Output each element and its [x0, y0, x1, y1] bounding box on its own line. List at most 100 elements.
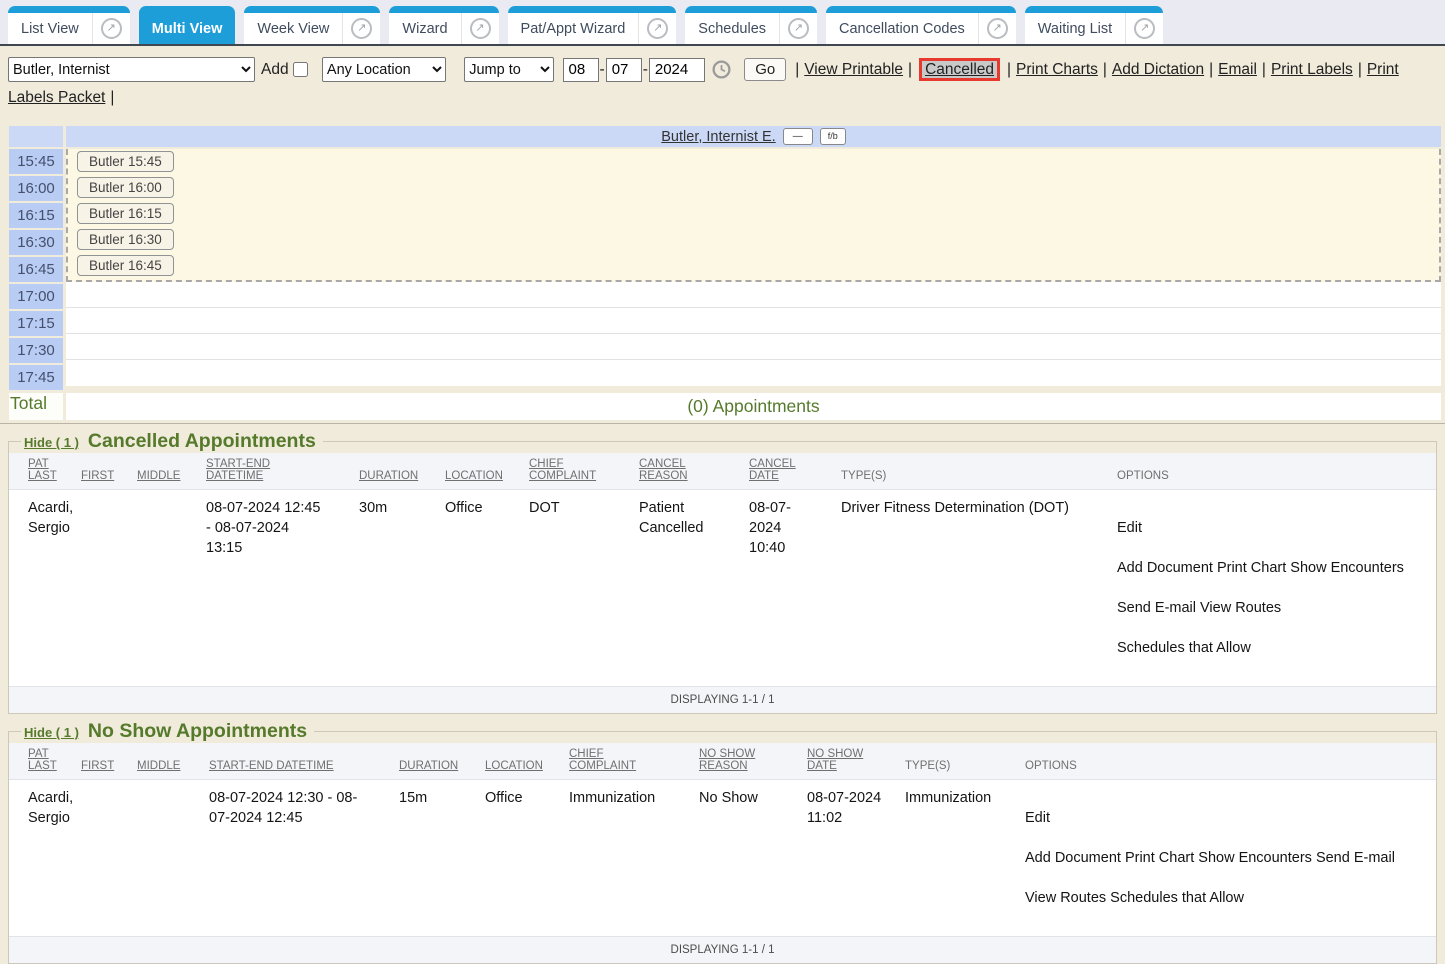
tab-list-view[interactable]: List View ↗	[8, 6, 130, 44]
sort-no-show-reason[interactable]: NO SHOW REASON	[699, 748, 755, 772]
sort-pat-last[interactable]: PAT LAST	[28, 458, 57, 482]
link-view-printable[interactable]: View Printable	[804, 61, 903, 78]
clock-icon[interactable]	[711, 59, 732, 80]
open-in-new-icon[interactable]: ↗	[779, 13, 817, 44]
sort-middle[interactable]: MIDDLE	[137, 470, 180, 482]
sort-start-end[interactable]: START-END DATETIME	[206, 458, 270, 482]
tab-week-view[interactable]: Week View ↗	[244, 6, 380, 44]
col-no-show-date: NO SHOW DATE	[803, 743, 901, 780]
date-year-input[interactable]	[649, 58, 705, 82]
col-middle: MIDDLE	[133, 743, 205, 780]
hide-no-show-link[interactable]: Hide ( 1 )	[24, 725, 79, 740]
open-in-new-icon[interactable]: ↗	[461, 13, 499, 44]
tab-cancellation-codes[interactable]: Cancellation Codes ↗	[826, 6, 1016, 44]
appointment-option-links[interactable]: View Routes Schedules that Allow	[1025, 888, 1432, 908]
sort-cancel-reason[interactable]: CANCEL REASON	[639, 458, 688, 482]
link-cancelled-highlighted[interactable]: Cancelled	[919, 58, 1000, 81]
slot-button[interactable]: Butler 16:30	[77, 229, 174, 250]
total-row: Total (0) Appointments	[9, 393, 1441, 420]
provider-select[interactable]: Butler, Internist	[8, 57, 255, 82]
sort-cancel-date[interactable]: CANCEL DATE	[749, 458, 796, 482]
tab-label: Schedules	[685, 13, 779, 44]
add-label: Add	[261, 61, 289, 78]
appointment-option-links[interactable]: Add Document Print Chart Show Encounters	[1117, 558, 1432, 578]
date-day-input[interactable]	[606, 58, 642, 82]
closed-time-row[interactable]	[66, 282, 1441, 308]
appointment-option-links[interactable]: Schedules that Allow	[1117, 638, 1432, 658]
link-separator: |	[795, 61, 799, 78]
link-print-charts[interactable]: Print Charts	[1016, 61, 1098, 78]
link-print-labels[interactable]: Print Labels	[1271, 61, 1353, 78]
time-slot-label: 16:30	[9, 230, 63, 255]
col-duration: DURATION	[355, 453, 441, 490]
hide-cancelled-link[interactable]: Hide ( 1 )	[24, 435, 79, 450]
cancelled-appointments-section: Hide ( 1 ) Cancelled Appointments PAT LA…	[8, 430, 1437, 714]
closed-time-row[interactable]	[66, 308, 1441, 334]
no-show-header-row: PAT LAST FIRST MIDDLE START-END DATETIME…	[9, 743, 1436, 780]
appointment-option-links[interactable]: Add Document Print Chart Show Encounters…	[1025, 848, 1432, 868]
sort-duration[interactable]: DURATION	[359, 470, 418, 482]
closed-time-row[interactable]	[66, 334, 1441, 360]
sort-duration[interactable]: DURATION	[399, 760, 458, 772]
grid-header-row: Butler, Internist E. — f/b	[9, 126, 1441, 147]
open-schedule-region[interactable]: Butler 15:45 Butler 16:00 Butler 16:15 B…	[66, 149, 1441, 282]
go-button[interactable]: Go	[744, 58, 786, 81]
sort-first[interactable]: FIRST	[81, 470, 114, 482]
no-show-section-title: No Show Appointments	[88, 720, 307, 743]
sort-first[interactable]: FIRST	[81, 760, 114, 772]
col-cancel-date: CANCEL DATE	[745, 453, 837, 490]
time-column: 15:45 16:00 16:15 16:30 16:45 17:00 17:1…	[9, 149, 63, 392]
tab-multi-view[interactable]: Multi View	[139, 6, 236, 44]
grid-body: 15:45 16:00 16:15 16:30 16:45 17:00 17:1…	[9, 149, 1441, 392]
appointment-option-links[interactable]: Send E-mail View Routes	[1117, 598, 1432, 618]
cell-duration: 30m	[355, 490, 441, 687]
col-options: OPTIONS	[1113, 453, 1436, 490]
sort-start-end[interactable]: START-END DATETIME	[209, 760, 334, 772]
open-in-new-icon[interactable]: ↗	[1125, 13, 1163, 44]
sort-middle[interactable]: MIDDLE	[137, 760, 180, 772]
fb-toggle-button[interactable]: f/b	[820, 128, 846, 145]
add-checkbox[interactable]	[293, 62, 308, 77]
appointment-option-links[interactable]: Edit	[1117, 518, 1432, 538]
location-select[interactable]: Any Location	[322, 57, 446, 82]
col-first: FIRST	[77, 743, 133, 780]
time-slot-label: 17:15	[9, 311, 63, 336]
time-slot-label: 17:00	[9, 284, 63, 309]
sort-location[interactable]: LOCATION	[445, 470, 503, 482]
sort-chief-complaint[interactable]: CHIEF COMPLAINT	[569, 748, 636, 772]
link-add-dictation[interactable]: Add Dictation	[1112, 61, 1204, 78]
appointment-option-links[interactable]: Edit	[1025, 808, 1432, 828]
sort-pat-last[interactable]: PAT LAST	[28, 748, 57, 772]
date-month-input[interactable]	[563, 58, 599, 82]
jump-to-select[interactable]: Jump to	[464, 57, 554, 82]
provider-column-header: Butler, Internist E. — f/b	[66, 126, 1441, 147]
slot-button[interactable]: Butler 16:00	[77, 177, 174, 198]
open-in-new-icon[interactable]: ↗	[92, 13, 130, 44]
collapse-column-button[interactable]: —	[783, 128, 813, 145]
slot-button[interactable]: Butler 16:15	[77, 203, 174, 224]
open-in-new-icon[interactable]: ↗	[638, 13, 676, 44]
col-location: LOCATION	[441, 453, 525, 490]
link-email[interactable]: Email	[1218, 61, 1257, 78]
sort-no-show-date[interactable]: NO SHOW DATE	[807, 748, 863, 772]
sort-chief-complaint[interactable]: CHIEF COMPLAINT	[529, 458, 596, 482]
cell-middle	[133, 780, 205, 937]
open-in-new-icon[interactable]: ↗	[978, 13, 1016, 44]
closed-time-row[interactable]	[66, 360, 1441, 386]
slot-button[interactable]: Butler 16:45	[77, 255, 174, 276]
open-in-new-arrow-glyph: ↗	[351, 18, 372, 39]
provider-header-link[interactable]: Butler, Internist E.	[661, 129, 775, 145]
tab-schedules[interactable]: Schedules ↗	[685, 6, 817, 44]
provider-schedule-column: Butler 15:45 Butler 16:00 Butler 16:15 B…	[66, 149, 1441, 392]
sort-location[interactable]: LOCATION	[485, 760, 543, 772]
col-no-show-reason: NO SHOW REASON	[695, 743, 803, 780]
tab-waiting-list[interactable]: Waiting List ↗	[1025, 6, 1163, 44]
col-cancel-reason: CANCEL REASON	[635, 453, 745, 490]
open-in-new-icon[interactable]: ↗	[342, 13, 380, 44]
cancelled-paging-row: DISPLAYING 1-1 / 1	[9, 687, 1436, 714]
slot-button[interactable]: Butler 15:45	[77, 151, 174, 172]
tab-pat-appt-wizard[interactable]: Pat/Appt Wizard ↗	[508, 6, 677, 44]
cell-cancel-date: 08-07- 2024 10:40	[745, 490, 837, 687]
time-slot-label: 16:00	[9, 176, 63, 201]
tab-wizard[interactable]: Wizard ↗	[389, 6, 498, 44]
